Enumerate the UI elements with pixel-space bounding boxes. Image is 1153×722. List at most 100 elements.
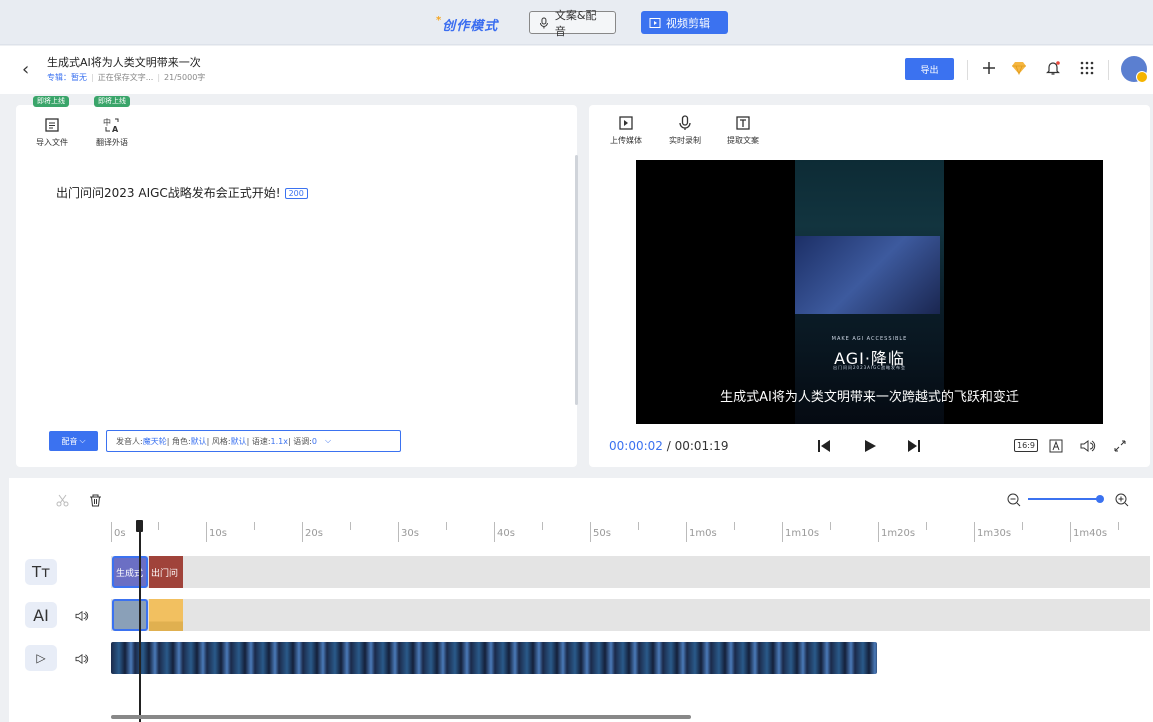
zoom-slider-handle[interactable] xyxy=(1096,495,1104,503)
text-clip[interactable]: 生成式 xyxy=(112,556,148,588)
brand-logo: *创作模式 xyxy=(436,15,499,34)
apps-grid-icon[interactable] xyxy=(1075,56,1099,80)
voice-clip[interactable] xyxy=(112,599,148,631)
voice-track-volume-icon[interactable] xyxy=(74,606,90,626)
dub-button-label: 配音 xyxy=(61,436,78,446)
coming-soon-badge: 即将上线 xyxy=(33,96,69,107)
ruler-label: 1m10s xyxy=(785,528,820,539)
text-extract-icon xyxy=(736,116,750,130)
text-track[interactable] xyxy=(111,556,1150,588)
text-clip[interactable]: 出门问 xyxy=(149,556,183,588)
total-time: 00:01:19 xyxy=(674,439,729,453)
ai-voice-track-icon[interactable]: AI xyxy=(25,602,57,628)
style-value: 默认 xyxy=(230,436,247,446)
playhead[interactable] xyxy=(139,522,141,722)
editor-scrollbar[interactable] xyxy=(575,155,578,405)
ruler-label: 30s xyxy=(401,528,419,539)
scissors-icon[interactable] xyxy=(54,490,70,510)
upload-media-button[interactable]: 上传媒体 xyxy=(610,115,642,146)
live-record-label: 实时录制 xyxy=(669,136,701,145)
ruler-label: 1m0s xyxy=(689,528,717,539)
zoom-in-icon[interactable] xyxy=(1114,490,1130,510)
tab-copy-dubbing-label: 文案&配音 xyxy=(554,8,597,38)
back-icon[interactable]: ‹ xyxy=(22,59,29,80)
avatar[interactable] xyxy=(1121,56,1148,83)
tab-video-edit[interactable]: 视频剪辑 xyxy=(641,11,728,34)
style-label: | 风格: xyxy=(206,436,231,446)
ruler-label: 0s xyxy=(114,528,126,539)
ruler-label: 50s xyxy=(593,528,611,539)
svg-text:中: 中 xyxy=(103,117,111,127)
subtitle-toggle-icon[interactable] xyxy=(1047,436,1065,456)
microphone-icon xyxy=(679,115,691,130)
fullscreen-icon[interactable] xyxy=(1111,436,1129,456)
extract-text-button[interactable]: 提取文案 xyxy=(727,115,759,146)
pitch-label: | 语调: xyxy=(287,436,312,446)
video-clip[interactable] xyxy=(111,642,877,674)
skip-forward-icon[interactable] xyxy=(905,436,923,456)
char-count-badge: 200 xyxy=(284,188,308,199)
chevron-down-icon: ⌵ xyxy=(325,436,332,445)
project-title[interactable]: 生成式AI将为人类文明带来一次 xyxy=(47,54,201,70)
album-label: 专辑： xyxy=(47,73,71,82)
video-track-volume-icon[interactable] xyxy=(74,649,90,669)
ruler-label: 40s xyxy=(497,528,515,539)
live-record-button[interactable]: 实时录制 xyxy=(669,115,701,146)
plus-icon[interactable] xyxy=(977,56,1001,80)
upload-media-label: 上传媒体 xyxy=(610,136,642,145)
video-subtitle: 生成式AI将为人类文明带来一次跨越式的飞跃和变迁 xyxy=(720,390,1019,405)
video-caption-text: 出门问问2023AIGC战略发布会 xyxy=(833,365,906,370)
timeline-scrollbar[interactable] xyxy=(111,715,691,719)
voice-track[interactable] xyxy=(111,599,1150,631)
trash-icon[interactable] xyxy=(87,490,103,510)
ruler-tick xyxy=(111,522,112,542)
zoom-out-icon[interactable] xyxy=(1006,490,1022,510)
bell-icon[interactable] xyxy=(1041,56,1065,80)
dub-button[interactable]: 配音 ⌵ xyxy=(49,431,98,451)
speed-value: 1.1x xyxy=(270,436,288,446)
ruler-label: 1m40s xyxy=(1073,528,1108,539)
aspect-ratio-button[interactable]: 16:9 xyxy=(1014,439,1038,452)
script-text[interactable]: 出门问问2023 AIGC战略发布会正式开始! xyxy=(56,186,281,200)
translate-label: 翻译外语 xyxy=(96,138,128,147)
speaker-label: 发音人: xyxy=(116,436,143,446)
tab-copy-dubbing[interactable]: 文案&配音 xyxy=(529,9,616,38)
volume-icon[interactable] xyxy=(1079,436,1097,456)
tab-video-edit-label: 视频剪辑 xyxy=(666,16,710,30)
time-separator: / xyxy=(662,439,675,453)
speaker-value: 魔天轮 xyxy=(142,436,167,446)
time-display: 00:00:02 / 00:01:19 xyxy=(609,439,728,453)
current-time: 00:00:02 xyxy=(609,439,663,453)
export-button[interactable]: 导出 xyxy=(905,58,954,80)
pitch-value: 0 xyxy=(311,436,318,446)
import-file-button[interactable]: 导入文件 xyxy=(36,117,68,148)
ruler-label: 20s xyxy=(305,528,323,539)
text-track-icon[interactable]: Tт xyxy=(25,559,57,585)
voice-clip[interactable] xyxy=(149,599,183,631)
translate-button[interactable]: 中A 翻译外语 xyxy=(96,117,128,148)
coming-soon-badge: 即将上线 xyxy=(94,96,130,107)
video-small-text: MAKE AGI ACCESSIBLE xyxy=(831,336,908,342)
skip-back-icon[interactable] xyxy=(815,436,833,456)
top-bar: *创作模式 文案&配音 视频剪辑 xyxy=(0,0,1153,45)
save-status: 正在保存文字... xyxy=(97,73,154,82)
video-track-icon[interactable]: ▷ xyxy=(25,645,57,671)
script-paragraph[interactable]: 出门问问2023 AIGC战略发布会正式开始! 200 xyxy=(56,184,308,201)
ruler-label: 1m20s xyxy=(881,528,916,539)
media-icon xyxy=(619,116,633,130)
album-value[interactable]: 暂无 xyxy=(71,73,87,82)
play-icon[interactable] xyxy=(861,436,879,456)
video-icon xyxy=(649,17,661,28)
translate-icon: 中A xyxy=(103,117,119,133)
svg-text:A: A xyxy=(112,125,119,133)
ruler-label: 1m30s xyxy=(977,528,1012,539)
voice-settings-select[interactable]: 发音人: 魔天轮 | 角色: 默认 | 风格: 默认 | 语速: 1.1x | … xyxy=(106,430,401,452)
role-value: 默认 xyxy=(190,436,207,446)
video-scene-image xyxy=(795,236,940,314)
zoom-slider-track[interactable] xyxy=(1028,498,1098,500)
project-header: ‹ 生成式AI将为人类文明带来一次 专辑：暂无 | 正在保存文字... | 21/500… xyxy=(0,46,1153,94)
extract-text-label: 提取文案 xyxy=(727,136,759,145)
diamond-icon[interactable] xyxy=(1007,56,1031,80)
ruler-label: 10s xyxy=(209,528,227,539)
microphone-icon xyxy=(539,17,548,28)
